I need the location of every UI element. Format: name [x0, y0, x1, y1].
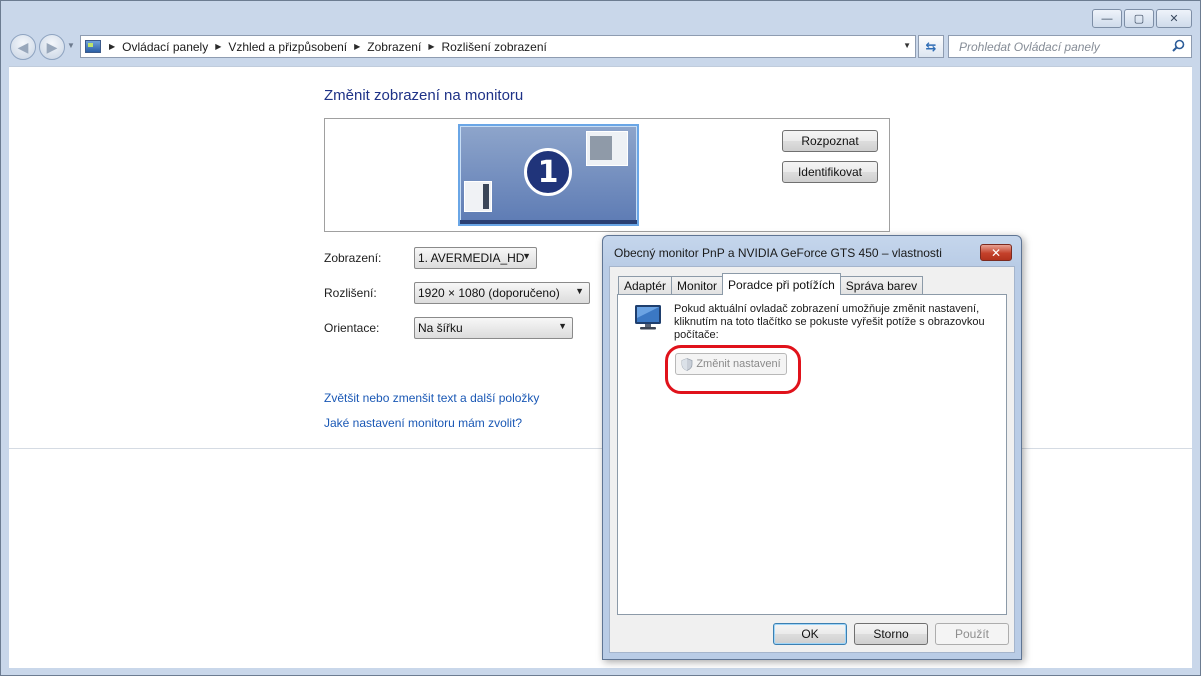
apply-button[interactable]: Použít — [935, 623, 1009, 645]
monitor-preview-window — [586, 131, 628, 166]
tab-adapter[interactable]: Adaptér — [618, 276, 673, 295]
close-icon: ✕ — [990, 245, 1002, 260]
monitor-preview-taskbar — [460, 220, 637, 224]
refresh-icon: ⇆ — [925, 38, 937, 54]
orientation-value: Na šířku — [418, 321, 463, 335]
text-size-link[interactable]: Zvětšit nebo zmenšit text a další položk… — [324, 391, 539, 405]
minimize-icon: — — [1101, 12, 1113, 25]
tab-troubleshoot[interactable]: Poradce při potížích — [722, 273, 841, 295]
monitor-icon — [635, 305, 661, 330]
refresh-button[interactable]: ⇆ — [918, 35, 944, 58]
dialog-close-button[interactable]: ✕ — [980, 244, 1012, 261]
close-button[interactable]: ✕ — [1156, 9, 1192, 28]
breadcrumb-item[interactable]: Zobrazení — [367, 40, 421, 54]
page-title: Změnit zobrazení na monitoru — [324, 87, 524, 104]
breadcrumb-item[interactable]: Rozlišení zobrazení — [441, 40, 546, 54]
maximize-icon: ▢ — [1133, 13, 1145, 25]
monitor-preview-window — [464, 181, 492, 212]
forward-arrow-icon: ▶ — [46, 38, 58, 55]
dialog-title: Obecný monitor PnP a NVIDIA GeForce GTS … — [614, 246, 942, 260]
forward-button[interactable]: ▶ — [39, 34, 65, 60]
back-button[interactable]: ◀ — [10, 34, 36, 60]
address-bar[interactable]: ▶ Ovládací panely ▶ Vzhled a přizpůsoben… — [80, 35, 916, 58]
back-arrow-icon: ◀ — [17, 38, 29, 55]
resolution-value: 1920 × 1080 (doporučeno) — [418, 286, 560, 300]
recent-pages-dropdown-icon[interactable]: ▼ — [67, 41, 75, 50]
breadcrumb-item[interactable]: Ovládací panely — [122, 40, 208, 54]
tab-color-management[interactable]: Správa barev — [839, 276, 924, 295]
search-input[interactable]: Prohledat Ovládací panely — [948, 35, 1192, 58]
orientation-select[interactable]: Na šířku ▼ — [414, 317, 573, 339]
display-value: 1. AVERMEDIA_HD — [418, 251, 525, 265]
dialog-tabs: Adaptér Monitor Poradce při potížích Spr… — [618, 273, 924, 295]
navigation-bar: ◀ ▶ ▼ ▶ Ovládací panely ▶ Vzhled a přizp… — [1, 33, 1200, 61]
chevron-down-icon: ▼ — [558, 321, 567, 331]
search-icon[interactable] — [1172, 39, 1185, 52]
orientation-label: Orientace: — [324, 321, 380, 335]
ok-button[interactable]: OK — [773, 623, 847, 645]
close-icon: ✕ — [1169, 13, 1179, 25]
maximize-button[interactable]: ▢ — [1124, 9, 1154, 28]
chevron-down-icon: ▼ — [575, 286, 584, 296]
monitor-tile[interactable]: 1 — [458, 124, 639, 226]
breadcrumb-item[interactable]: Vzhled a přizpůsobení — [228, 40, 347, 54]
monitor-settings-help-link[interactable]: Jaké nastavení monitoru mám zvolit? — [324, 416, 522, 430]
resolution-select[interactable]: 1920 × 1080 (doporučeno) ▼ — [414, 282, 590, 304]
minimize-button[interactable]: — — [1092, 9, 1122, 28]
breadcrumb-separator-icon[interactable]: ▶ — [215, 42, 221, 51]
search-placeholder: Prohledat Ovládací panely — [959, 39, 1100, 54]
dialog-body: Adaptér Monitor Poradce při potížích Spr… — [609, 266, 1015, 653]
display-select[interactable]: 1. AVERMEDIA_HD ▼ — [414, 247, 537, 269]
identify-button[interactable]: Identifikovat — [782, 161, 878, 183]
display-label: Zobrazení: — [324, 251, 382, 265]
address-history-dropdown-icon[interactable]: ▼ — [903, 41, 911, 50]
chevron-down-icon: ▼ — [522, 251, 531, 261]
highlight-annotation — [665, 345, 801, 394]
tab-monitor[interactable]: Monitor — [671, 276, 724, 295]
monitor-properties-dialog: Obecný monitor PnP a NVIDIA GeForce GTS … — [602, 235, 1022, 660]
breadcrumb-separator-icon[interactable]: ▶ — [428, 42, 434, 51]
control-panel-icon — [85, 40, 101, 53]
monitor-number: 1 — [524, 148, 572, 196]
monitor-arrangement: 1 Rozpoznat Identifikovat — [324, 118, 890, 232]
window-titlebar: — ▢ ✕ — [1, 1, 1200, 31]
breadcrumb-separator-icon[interactable]: ▶ — [109, 42, 115, 51]
detect-button[interactable]: Rozpoznat — [782, 130, 878, 152]
breadcrumb-separator-icon[interactable]: ▶ — [354, 42, 360, 51]
troubleshoot-description: Pokud aktuální ovladač zobrazení umožňuj… — [674, 303, 985, 341]
window-controls: — ▢ ✕ — [1092, 9, 1192, 28]
troubleshoot-panel: Pokud aktuální ovladač zobrazení umožňuj… — [617, 294, 1007, 615]
resolution-label: Rozlišení: — [324, 286, 377, 300]
cancel-button[interactable]: Storno — [854, 623, 928, 645]
